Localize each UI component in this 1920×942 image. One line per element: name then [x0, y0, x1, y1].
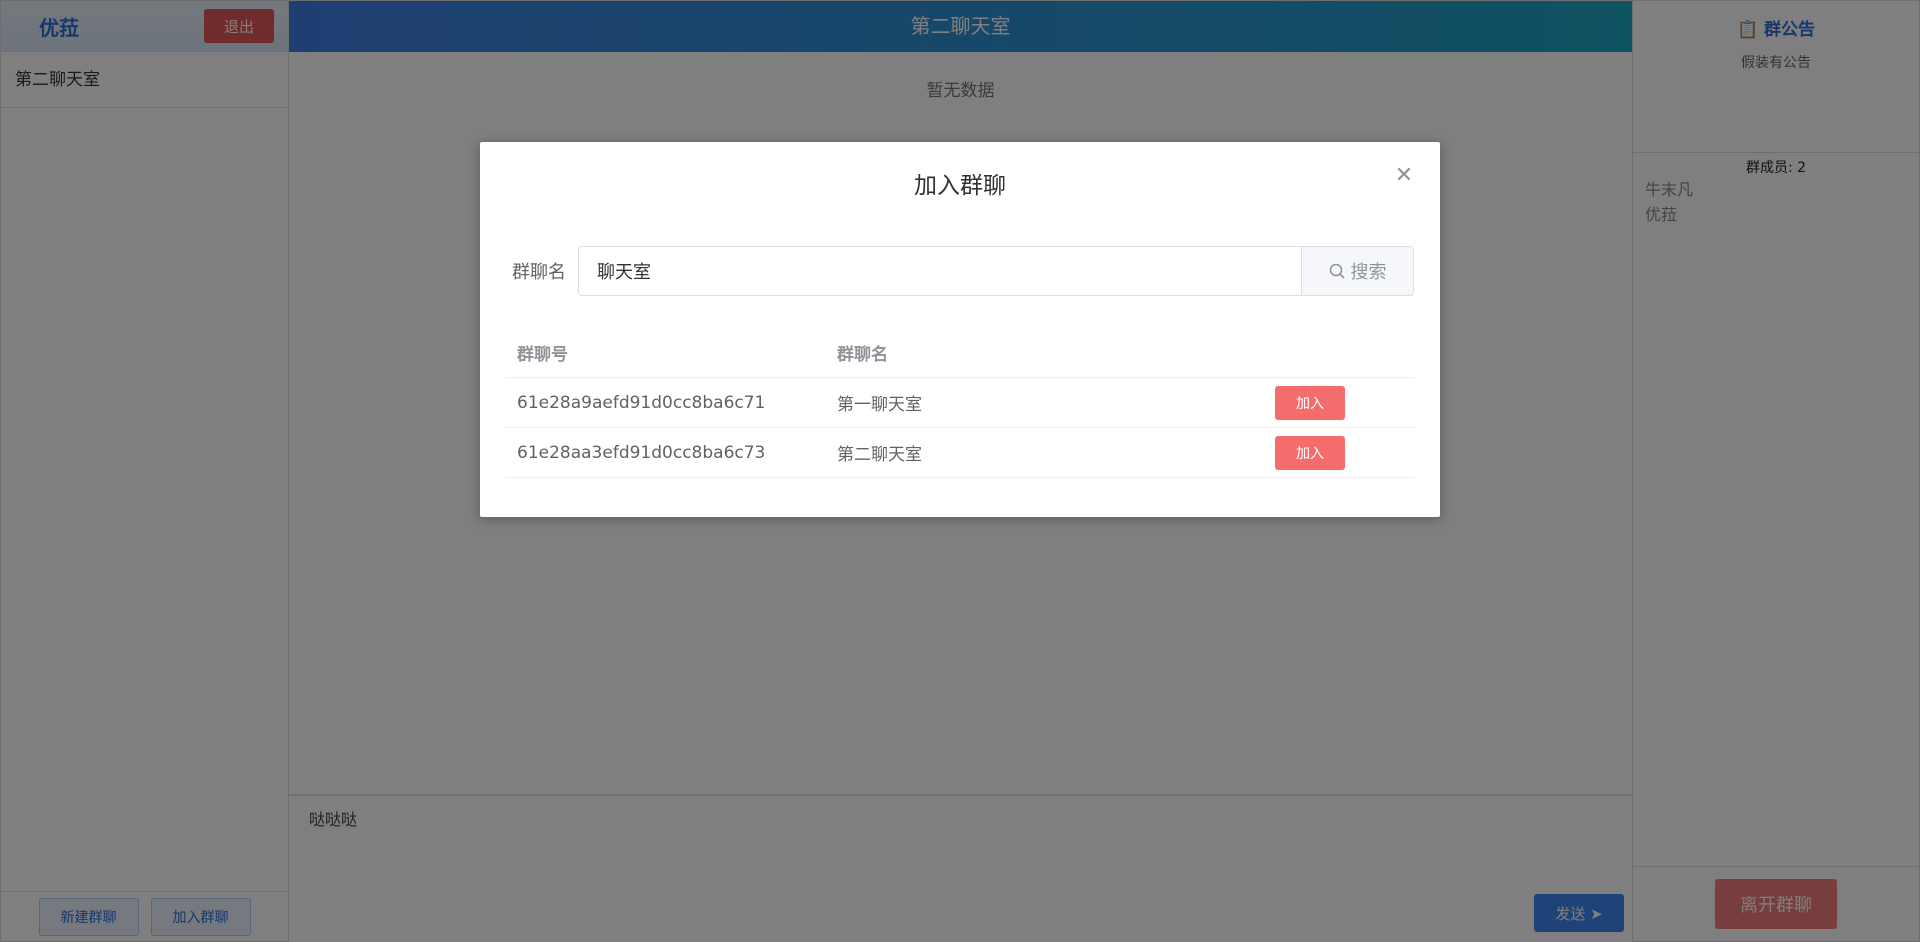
search-label: 群聊名 [512, 262, 566, 283]
group-table: 群聊号 群聊名 61e28a9aefd91d0cc8ba6c71 第一聊天室 加… [505, 328, 1415, 478]
join-group-dialog: 加入群聊 ✕ 群聊名 搜索 群聊号 群聊名 61e28a9aefd91d0cc8… [480, 142, 1440, 517]
group-name: 第二聊天室 [837, 445, 922, 465]
dialog-title: 加入群聊 [914, 173, 1006, 199]
action-cell: 加入 [1275, 385, 1415, 420]
search-box: 搜索 [578, 246, 1414, 296]
join-button[interactable]: 加入 [1275, 385, 1345, 420]
search-button[interactable]: 搜索 [1301, 247, 1413, 295]
action-cell: 加入 [1275, 435, 1415, 470]
search-icon [1329, 263, 1345, 279]
table-header: 群聊号 群聊名 [505, 328, 1415, 378]
group-id: 61e28a9aefd91d0cc8ba6c71 [517, 392, 766, 413]
table-row: 61e28a9aefd91d0cc8ba6c71 第一聊天室 加入 [505, 378, 1415, 428]
group-id: 61e28aa3efd91d0cc8ba6c73 [517, 442, 766, 463]
join-button[interactable]: 加入 [1275, 435, 1345, 470]
group-name: 第一聊天室 [837, 395, 922, 415]
group-name-input[interactable] [579, 247, 1301, 295]
column-header-name: 群聊名 [837, 345, 888, 365]
search-row: 群聊名 搜索 [512, 246, 1414, 296]
search-button-label: 搜索 [1350, 262, 1387, 283]
column-header-id: 群聊号 [517, 345, 568, 365]
table-row: 61e28aa3efd91d0cc8ba6c73 第二聊天室 加入 [505, 428, 1415, 478]
close-icon[interactable]: ✕ [1394, 165, 1414, 187]
